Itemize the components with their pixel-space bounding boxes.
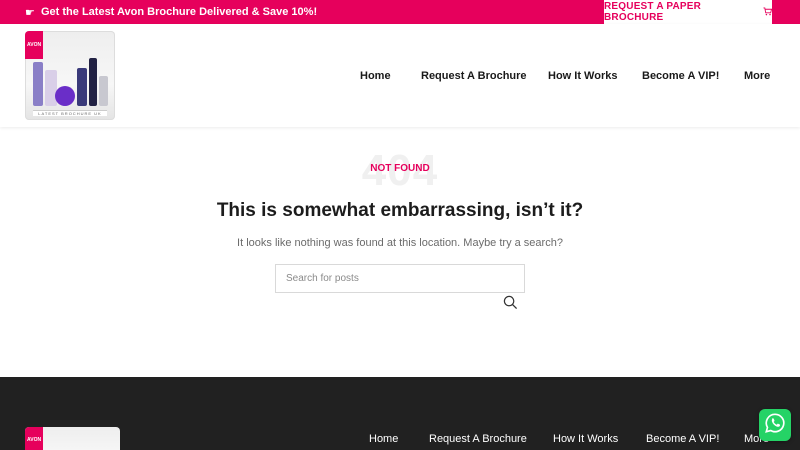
nav-request-brochure[interactable]: Request A Brochure bbox=[421, 24, 527, 127]
search-icon[interactable] bbox=[503, 295, 519, 311]
footer-nav-become-vip[interactable]: Become A VIP! bbox=[646, 433, 719, 445]
nav-become-vip[interactable]: Become A VIP! bbox=[642, 24, 719, 127]
nav-how-it-works[interactable]: How It Works bbox=[548, 24, 617, 127]
avon-tag: AVON bbox=[25, 31, 43, 59]
site-logo[interactable]: AVON LATEST BROCHURE UK bbox=[25, 31, 115, 120]
not-found-label: NOT FOUND bbox=[370, 163, 430, 174]
promo-bar: ☛ Get the Latest Avon Brochure Delivered… bbox=[0, 0, 800, 24]
page-title: This is somewhat embarrassing, isn’t it? bbox=[216, 200, 584, 221]
promo-text: Get the Latest Avon Brochure Delivered &… bbox=[41, 6, 318, 18]
cart-icon bbox=[763, 6, 773, 18]
search-input[interactable] bbox=[275, 264, 525, 293]
site-header: AVON LATEST BROCHURE UK Home Request A B… bbox=[0, 24, 800, 127]
footer-nav-how-it-works[interactable]: How It Works bbox=[553, 433, 618, 445]
footer-nav-home[interactable]: Home bbox=[369, 433, 398, 445]
site-footer: AVON Home Request A Brochure How It Work… bbox=[0, 377, 800, 450]
paper-button-label: REQUEST A PAPER BROCHURE bbox=[604, 1, 702, 23]
footer-logo[interactable]: AVON bbox=[25, 427, 120, 450]
request-paper-brochure-button[interactable]: REQUEST A PAPER BROCHURE bbox=[604, 0, 773, 24]
promo-message[interactable]: ☛ Get the Latest Avon Brochure Delivered… bbox=[25, 0, 317, 24]
error-message: It looks like nothing was found at this … bbox=[237, 237, 563, 249]
footer-avon-tag: AVON bbox=[25, 427, 43, 450]
whatsapp-button[interactable] bbox=[759, 409, 791, 441]
whatsapp-icon bbox=[764, 412, 786, 439]
nav-more[interactable]: More bbox=[744, 24, 770, 127]
logo-caption: LATEST BROCHURE UK bbox=[33, 110, 107, 116]
nav-home[interactable]: Home bbox=[360, 24, 391, 127]
footer-nav-request-brochure[interactable]: Request A Brochure bbox=[429, 433, 527, 445]
pointing-hand-icon: ☛ bbox=[25, 6, 35, 19]
